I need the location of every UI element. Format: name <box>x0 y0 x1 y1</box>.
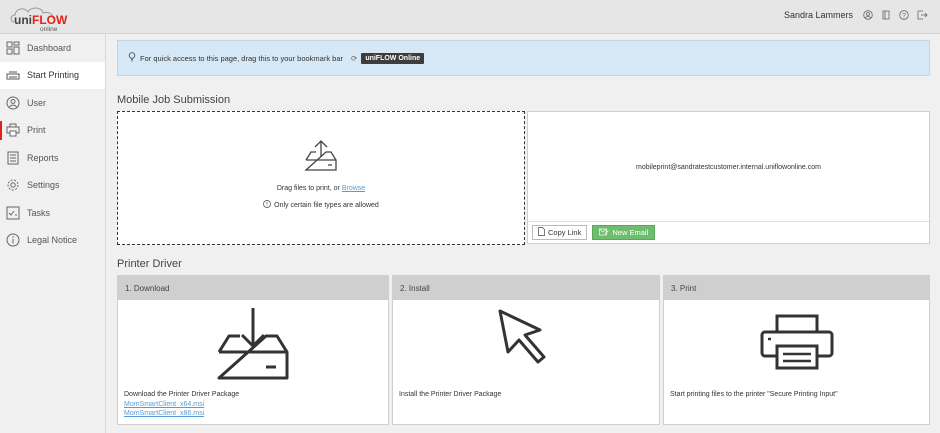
sidebar-item-label: Tasks <box>27 207 51 218</box>
reload-icon: ⟳ <box>351 53 358 63</box>
gear-icon <box>5 177 21 193</box>
mobile-job-submission-title: Mobile Job Submission <box>117 94 231 106</box>
printer-icon <box>759 314 835 373</box>
print-step-text: Start printing files to the printer "Sec… <box>670 391 838 398</box>
file-drop-zone[interactable]: Drag files to print, or Browse Only cert… <box>117 111 525 245</box>
dashboard-icon <box>5 40 21 56</box>
banner-text: For quick access to this page, drag this… <box>140 53 344 63</box>
svg-text:?: ? <box>902 13 906 20</box>
driver-link-x86[interactable]: MomSmartClient_x86.msi <box>124 409 239 419</box>
user-icon <box>5 95 21 111</box>
upload-icon <box>303 138 339 177</box>
new-email-label: New Email <box>612 228 649 237</box>
reports-icon <box>5 150 21 166</box>
card-header: 2. Install <box>393 276 659 300</box>
sidebar-item-label: Start Printing <box>27 70 80 81</box>
sidebar-item-label: Settings <box>27 180 60 191</box>
sidebar-item-dashboard[interactable]: Dashboard <box>0 34 105 62</box>
sidebar-item-reports[interactable]: Reports <box>0 144 105 172</box>
driver-step-print: 3. Print Start printing files to the pri… <box>663 275 930 425</box>
sidebar-item-settings[interactable]: Settings <box>0 172 105 200</box>
printer-tray-icon <box>5 67 21 83</box>
drop-text: Drag files to print, or <box>276 185 340 192</box>
sidebar-item-label: Print <box>27 125 46 136</box>
help-icon[interactable]: ? <box>899 10 909 20</box>
sidebar-item-label: User <box>27 97 47 108</box>
uniflow-logo[interactable]: uni FLOW online <box>8 2 68 33</box>
main-content: For quick access to this page, drag this… <box>107 34 940 433</box>
cursor-arrow-icon <box>496 308 556 367</box>
card-header: 3. Print <box>664 276 929 300</box>
svg-text:online: online <box>40 26 58 32</box>
install-step-text: Install the Printer Driver Package <box>399 391 502 398</box>
svg-text:uni: uni <box>14 13 32 27</box>
download-step-text: Download the Printer Driver Package <box>124 391 240 398</box>
user-icon[interactable] <box>863 10 873 20</box>
card-header: 1. Download <box>118 276 388 300</box>
copy-link-label: Copy Link <box>548 228 582 237</box>
lightbulb-icon <box>128 52 136 64</box>
bookmark-button[interactable]: uniFLOW Online <box>361 52 425 64</box>
sidebar-item-legal-notice[interactable]: Legal Notice <box>0 227 105 255</box>
sidebar-item-label: Legal Notice <box>27 235 78 246</box>
new-email-button[interactable]: New Email <box>592 225 656 240</box>
driver-link-x64[interactable]: MomSmartClient_x64.msi <box>124 400 239 410</box>
email-edit-icon <box>599 228 610 238</box>
sidebar-item-print[interactable]: Print <box>0 117 105 145</box>
info-icon <box>5 232 21 248</box>
browse-link[interactable]: Browse <box>342 185 365 192</box>
mobile-email-panel: mobileprint@sandratestcustomer.internal.… <box>527 111 930 244</box>
user-name[interactable]: Sandra Lammers <box>784 10 853 20</box>
file-types-note: Only certain file types are allowed <box>274 201 379 209</box>
sidebar-item-label: Reports <box>27 152 59 163</box>
logout-icon[interactable] <box>917 10 928 20</box>
driver-step-install: 2. Install Install the Printer Driver Pa… <box>392 275 660 425</box>
sidebar-item-tasks[interactable]: Tasks <box>0 199 105 227</box>
copy-icon <box>538 227 545 238</box>
copy-link-button[interactable]: Copy Link <box>532 225 588 240</box>
driver-step-download: 1. Download Download the Printer Driver … <box>117 275 389 425</box>
info-icon <box>263 200 272 210</box>
download-icon <box>216 306 290 383</box>
top-bar: uni FLOW online Sandra Lammers ? <box>0 0 940 34</box>
book-icon[interactable] <box>881 10 891 20</box>
printer-driver-title: Printer Driver <box>117 258 182 270</box>
sidebar-item-label: Dashboard <box>27 42 72 53</box>
print-icon <box>5 122 21 138</box>
tasks-icon <box>5 205 21 221</box>
sidebar: Dashboard Start Printing User Print Repo… <box>0 34 106 433</box>
mobile-print-email[interactable]: mobileprint@sandratestcustomer.internal.… <box>528 164 929 171</box>
sidebar-item-start-printing[interactable]: Start Printing <box>0 61 105 89</box>
svg-text:FLOW: FLOW <box>32 13 68 27</box>
sidebar-item-user[interactable]: User <box>0 89 105 117</box>
bookmark-banner: For quick access to this page, drag this… <box>117 40 930 76</box>
